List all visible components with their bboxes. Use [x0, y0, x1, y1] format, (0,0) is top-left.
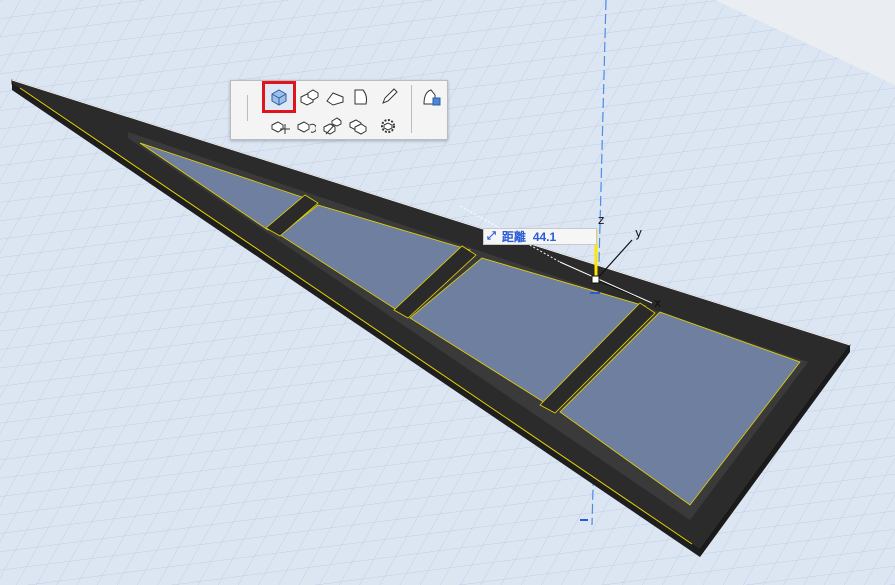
pencil-icon — [382, 88, 398, 104]
extrude-button[interactable] — [298, 86, 320, 108]
shape-profile-icon — [326, 92, 344, 106]
x-axis-label: x — [654, 296, 662, 310]
origin-handle[interactable] — [591, 275, 600, 284]
rotate-button[interactable] — [295, 115, 317, 137]
settings-gear-button[interactable] — [377, 115, 399, 137]
roof-settings-icon — [423, 89, 441, 106]
move-button[interactable] — [269, 115, 291, 137]
shell-icon — [354, 89, 368, 105]
shape-profile-button[interactable] — [324, 86, 346, 108]
slab-solid-icon — [271, 89, 287, 106]
toolbar-separator — [247, 95, 248, 121]
stack-button[interactable] — [347, 115, 369, 137]
distance-arrow-icon: ⤢ — [487, 230, 496, 242]
pet-palette-toolbar — [230, 80, 448, 140]
z-axis-label: z — [598, 213, 605, 227]
split-button[interactable] — [321, 115, 343, 137]
distance-value: 44.1 — [532, 229, 557, 244]
y-axis-label: y — [635, 226, 643, 240]
rotate-icon — [297, 121, 316, 133]
slab-solid-button[interactable] — [262, 81, 296, 113]
move-icon — [271, 121, 290, 134]
settings-gear-icon — [381, 119, 395, 133]
pencil-button[interactable] — [378, 86, 400, 108]
distance-label: 距離 — [501, 230, 526, 244]
toolbar-separator — [411, 85, 412, 133]
roof-settings-button[interactable] — [420, 86, 442, 108]
stack-icon — [349, 119, 367, 135]
extrude-icon — [300, 89, 319, 106]
shell-button[interactable] — [350, 86, 372, 108]
split-icon — [323, 117, 342, 135]
distance-tooltip: ⤢ 距離 44.1 — [483, 228, 597, 245]
